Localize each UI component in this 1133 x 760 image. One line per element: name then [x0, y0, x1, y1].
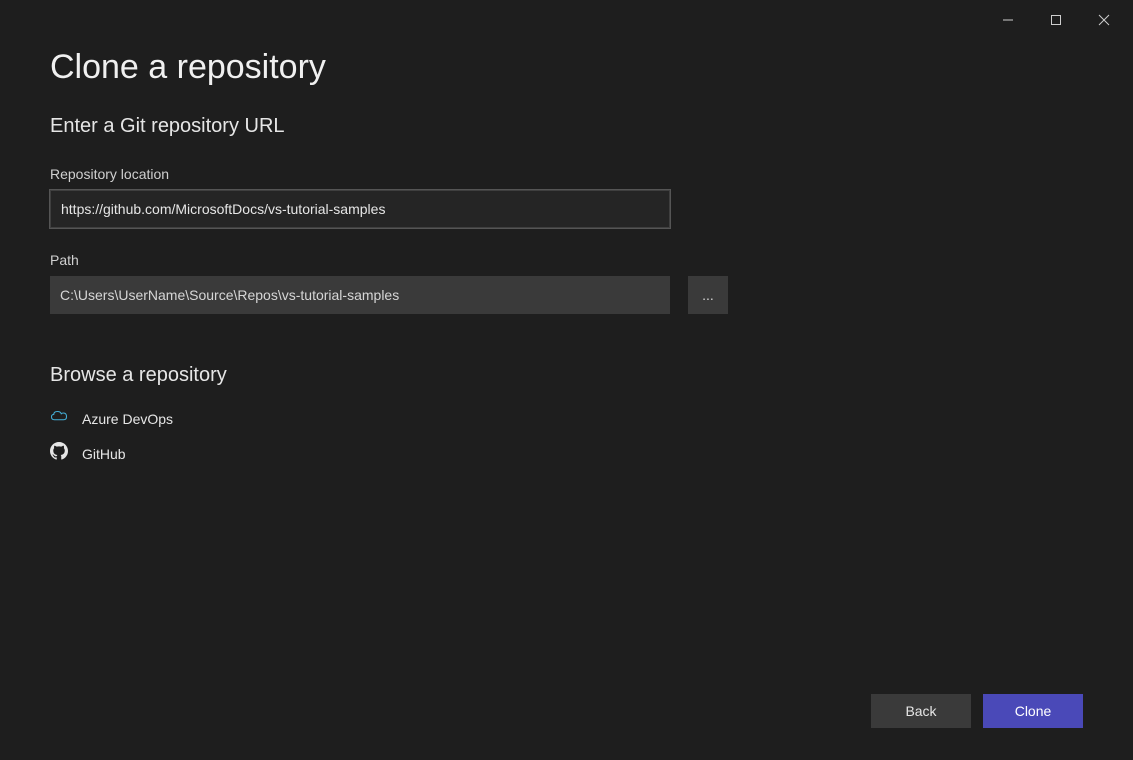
provider-github-label: GitHub [82, 446, 126, 462]
back-button[interactable]: Back [871, 694, 971, 728]
provider-azure-label: Azure DevOps [82, 411, 173, 427]
path-label: Path [50, 252, 1083, 268]
provider-azure-devops[interactable]: Azure DevOps [50, 401, 1083, 436]
repo-location-input[interactable] [50, 190, 670, 228]
page-subtitle: Enter a Git repository URL [50, 115, 1083, 138]
clone-button[interactable]: Clone [983, 694, 1083, 728]
cloud-icon [50, 407, 68, 430]
close-button[interactable] [1089, 10, 1119, 30]
repo-location-label: Repository location [50, 166, 1083, 182]
maximize-button[interactable] [1041, 10, 1071, 30]
minimize-button[interactable] [993, 10, 1023, 30]
page-title: Clone a repository [50, 48, 1083, 87]
provider-github[interactable]: GitHub [50, 436, 1083, 471]
browse-path-button[interactable]: ... [688, 276, 728, 314]
browse-section-title: Browse a repository [50, 364, 1083, 387]
path-input[interactable] [50, 276, 670, 314]
github-icon [50, 442, 68, 465]
